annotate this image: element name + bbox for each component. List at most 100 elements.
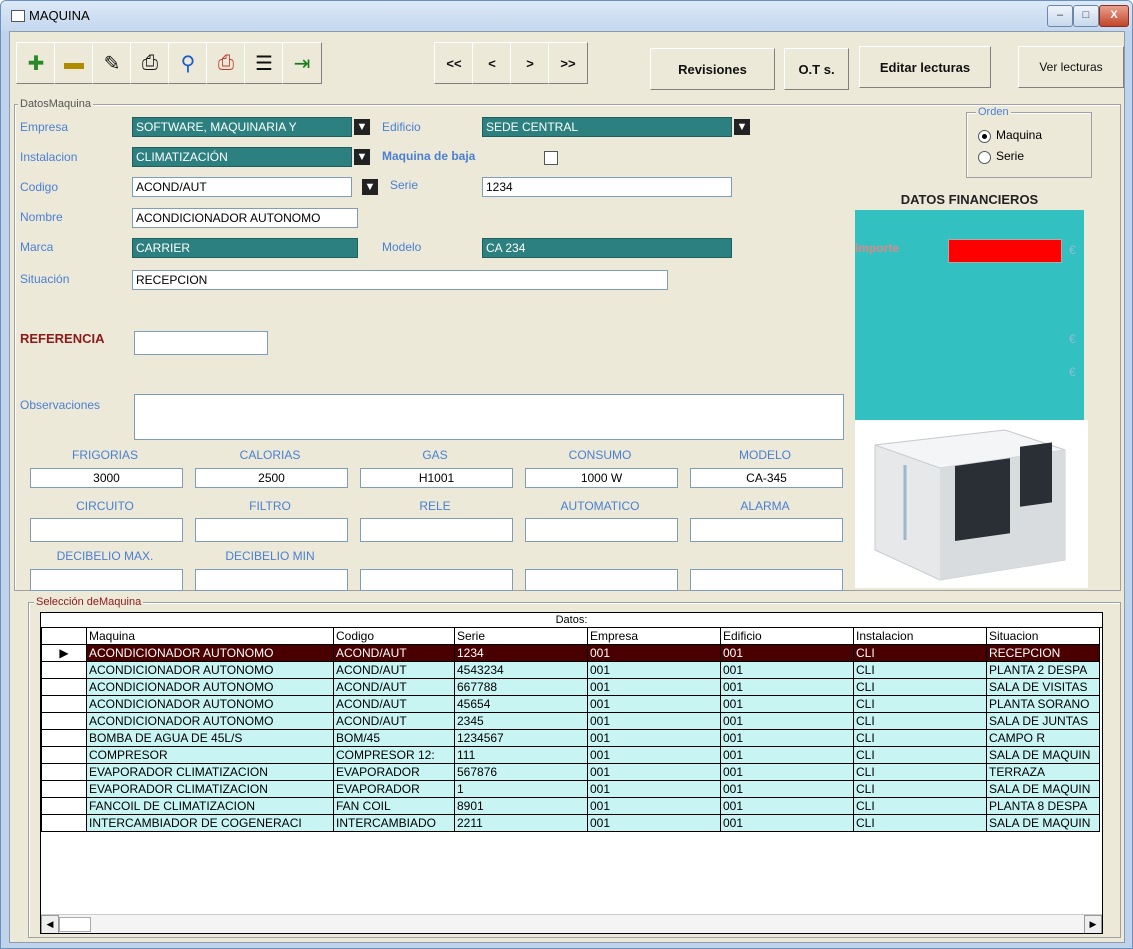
cell-serie[interactable]: 4543234: [454, 661, 588, 679]
cell-situacion[interactable]: SALA DE JUNTAS: [986, 712, 1100, 730]
cell-empresa[interactable]: 001: [587, 797, 721, 815]
cell-maquina[interactable]: EVAPORADOR CLIMATIZACION: [86, 780, 334, 798]
cell-codigo[interactable]: ACOND/AUT: [333, 644, 455, 662]
cell-maquina[interactable]: FANCOIL DE CLIMATIZACION: [86, 797, 334, 815]
cell-empresa[interactable]: 001: [587, 644, 721, 662]
cell-situacion[interactable]: SALA DE VISITAS: [986, 678, 1100, 696]
instalacion-field[interactable]: CLIMATIZACIÓN: [132, 147, 352, 167]
empresa-field[interactable]: SOFTWARE, MAQUINARIA Y: [132, 117, 352, 137]
cell-empresa[interactable]: 001: [587, 678, 721, 696]
cell-instalacion[interactable]: CLI: [853, 780, 987, 798]
orden-maquina-radio[interactable]: [978, 130, 991, 143]
cell-serie[interactable]: 1: [454, 780, 588, 798]
last-record-button[interactable]: >>: [548, 42, 588, 84]
add-record-button[interactable]: ✚: [16, 42, 56, 84]
title-bar[interactable]: MAQUINA – □ X: [1, 1, 1132, 31]
edificio-dropdown-icon[interactable]: ▼: [734, 119, 750, 135]
export-button[interactable]: ☰: [244, 42, 284, 84]
cell-codigo[interactable]: EVAPORADOR: [333, 763, 455, 781]
col-header-instalacion[interactable]: Instalacion: [853, 627, 987, 645]
cell-edificio[interactable]: 001: [720, 780, 854, 798]
print-preview-button[interactable]: ⎙: [206, 42, 246, 84]
cell-serie[interactable]: 45654: [454, 695, 588, 713]
table-row[interactable]: COMPRESOR COMPRESOR 12: 111 001 001 CLI SALA D…: [41, 746, 1100, 764]
cell-instalacion[interactable]: CLI: [853, 712, 987, 730]
revisiones-button[interactable]: Revisiones: [650, 48, 775, 90]
cell-instalacion[interactable]: CLI: [853, 746, 987, 764]
cell-situacion[interactable]: SALA DE MAQUIN: [986, 746, 1100, 764]
calorias-field[interactable]: 2500: [195, 468, 348, 488]
row-indicator[interactable]: [41, 695, 87, 713]
extra-field-2[interactable]: [525, 569, 678, 591]
orden-serie-radio[interactable]: [978, 151, 991, 164]
table-row[interactable]: FANCOIL DE CLIMATIZACION FAN COIL 8901 001 0…: [41, 797, 1100, 815]
cell-situacion[interactable]: SALA DE MAQUIN: [986, 780, 1100, 798]
cell-codigo[interactable]: ACOND/AUT: [333, 712, 455, 730]
maquinas-datagrid[interactable]: Datos: Maquina Codigo Serie Empresa Edif…: [40, 612, 1103, 934]
cell-maquina[interactable]: ACONDICIONADOR AUTONOMO: [86, 678, 334, 696]
cell-edificio[interactable]: 001: [720, 678, 854, 696]
nombre-field[interactable]: ACONDICIONADOR AUTONOMO: [132, 208, 358, 228]
col-header-empresa[interactable]: Empresa: [587, 627, 721, 645]
cell-edificio[interactable]: 001: [720, 729, 854, 747]
decibelio-min-field[interactable]: [195, 569, 348, 591]
row-indicator[interactable]: [41, 763, 87, 781]
cell-instalacion[interactable]: CLI: [853, 644, 987, 662]
cell-situacion[interactable]: CAMPO R: [986, 729, 1100, 747]
cell-situacion[interactable]: PLANTA SORANO: [986, 695, 1100, 713]
cell-instalacion[interactable]: CLI: [853, 695, 987, 713]
decibelio-max-field[interactable]: [30, 569, 183, 591]
alarma-field[interactable]: [690, 518, 843, 542]
col-header-situacion[interactable]: Situacion: [986, 627, 1100, 645]
cell-serie[interactable]: 1234567: [454, 729, 588, 747]
cell-edificio[interactable]: 001: [720, 695, 854, 713]
automatico-field[interactable]: [525, 518, 678, 542]
cell-instalacion[interactable]: CLI: [853, 678, 987, 696]
cell-empresa[interactable]: 001: [587, 661, 721, 679]
cell-edificio[interactable]: 001: [720, 712, 854, 730]
horizontal-scrollbar[interactable]: ◀ ▶: [41, 914, 1102, 933]
table-row[interactable]: ACONDICIONADOR AUTONOMO ACOND/AUT 2345 001 0…: [41, 712, 1100, 730]
frigorias-field[interactable]: 3000: [30, 468, 183, 488]
cell-serie[interactable]: 567876: [454, 763, 588, 781]
col-header-edificio[interactable]: Edificio: [720, 627, 854, 645]
edificio-field[interactable]: SEDE CENTRAL: [482, 117, 732, 137]
cell-serie[interactable]: 2345: [454, 712, 588, 730]
cell-situacion[interactable]: PLANTA 8 DESPA: [986, 797, 1100, 815]
table-row[interactable]: ACONDICIONADOR AUTONOMO ACOND/AUT 45654 001…: [41, 695, 1100, 713]
cell-edificio[interactable]: 001: [720, 746, 854, 764]
cell-edificio[interactable]: 001: [720, 763, 854, 781]
modelo-field[interactable]: CA 234: [482, 238, 732, 258]
importe-field[interactable]: [948, 239, 1062, 263]
cell-codigo[interactable]: INTERCAMBIADO: [333, 814, 455, 832]
cell-situacion[interactable]: RECEPCION: [986, 644, 1100, 662]
cell-maquina[interactable]: COMPRESOR: [86, 746, 334, 764]
cell-codigo[interactable]: ACOND/AUT: [333, 661, 455, 679]
col-header-maquina[interactable]: Maquina: [86, 627, 334, 645]
cell-instalacion[interactable]: CLI: [853, 763, 987, 781]
row-indicator[interactable]: [41, 746, 87, 764]
row-indicator[interactable]: [41, 814, 87, 832]
ver-lecturas-button[interactable]: Ver lecturas: [1018, 46, 1124, 88]
cell-maquina[interactable]: EVAPORADOR CLIMATIZACION: [86, 763, 334, 781]
cell-instalacion[interactable]: CLI: [853, 729, 987, 747]
codigo-field[interactable]: ACOND/AUT: [132, 177, 352, 197]
row-indicator[interactable]: [41, 661, 87, 679]
codigo-dropdown-icon[interactable]: ▼: [362, 179, 378, 195]
cell-situacion[interactable]: PLANTA 2 DESPA: [986, 661, 1100, 679]
first-record-button[interactable]: <<: [434, 42, 474, 84]
next-record-button[interactable]: >: [510, 42, 550, 84]
cell-serie[interactable]: 1234: [454, 644, 588, 662]
print-button[interactable]: ⎙: [130, 42, 170, 84]
cell-maquina[interactable]: ACONDICIONADOR AUTONOMO: [86, 695, 334, 713]
table-row[interactable]: ACONDICIONADOR AUTONOMO ACOND/AUT 4543234 0…: [41, 661, 1100, 679]
cell-serie[interactable]: 667788: [454, 678, 588, 696]
marca-field[interactable]: CARRIER: [132, 238, 358, 258]
table-row[interactable]: ACONDICIONADOR AUTONOMO ACOND/AUT 667788 00…: [41, 678, 1100, 696]
filtro-field[interactable]: [195, 518, 348, 542]
row-indicator[interactable]: [41, 797, 87, 815]
cell-maquina[interactable]: ACONDICIONADOR AUTONOMO: [86, 661, 334, 679]
row-indicator[interactable]: [41, 780, 87, 798]
prev-record-button[interactable]: <: [472, 42, 512, 84]
cell-serie[interactable]: 2211: [454, 814, 588, 832]
